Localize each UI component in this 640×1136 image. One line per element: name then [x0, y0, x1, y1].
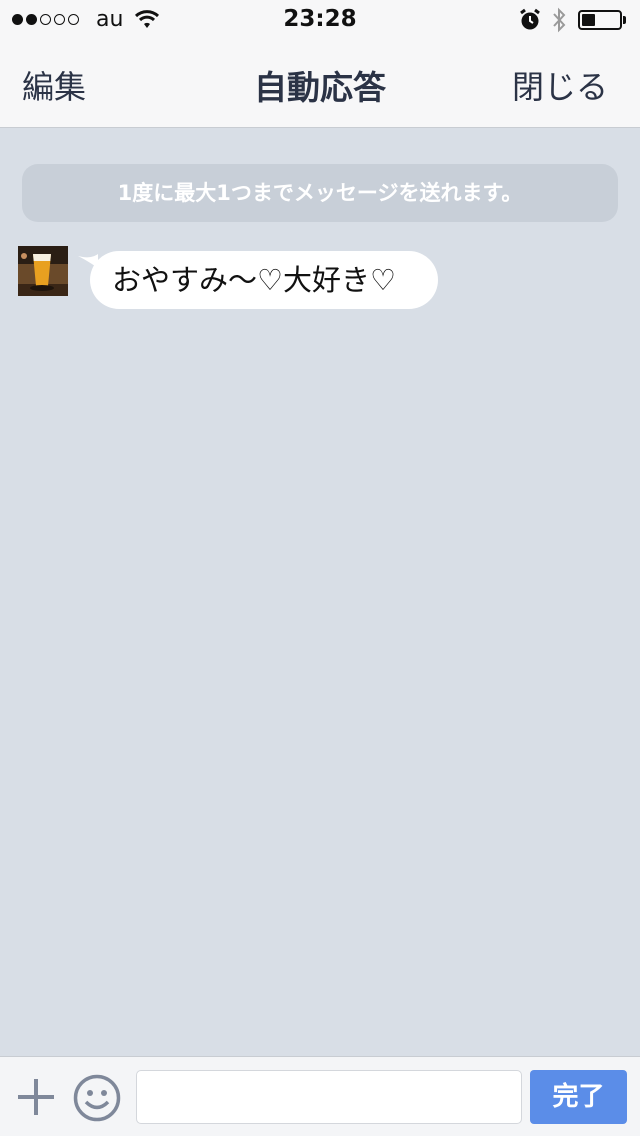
avatar[interactable]: [18, 246, 68, 296]
status-bar: au 23:28: [0, 0, 640, 40]
navigation-bar: 編集 自動応答 閉じる: [0, 40, 640, 128]
input-bar: 完了: [0, 1056, 640, 1136]
battery-tip: [623, 16, 626, 24]
message-input[interactable]: [136, 1070, 522, 1124]
done-button[interactable]: 完了: [530, 1070, 627, 1124]
message-limit-notice: 1度に最大1つまでメッセージを送れます。: [22, 164, 618, 222]
message-bubble[interactable]: おやすみ〜♡大好き♡: [90, 251, 438, 309]
battery-level: [582, 14, 595, 26]
plus-icon[interactable]: [16, 1077, 56, 1121]
battery-icon: [578, 10, 622, 30]
emoji-icon[interactable]: [72, 1073, 122, 1127]
alarm-icon: [519, 8, 541, 36]
close-button[interactable]: 閉じる: [512, 62, 608, 108]
status-time: 23:28: [283, 6, 357, 32]
bluetooth-icon: [551, 6, 567, 38]
